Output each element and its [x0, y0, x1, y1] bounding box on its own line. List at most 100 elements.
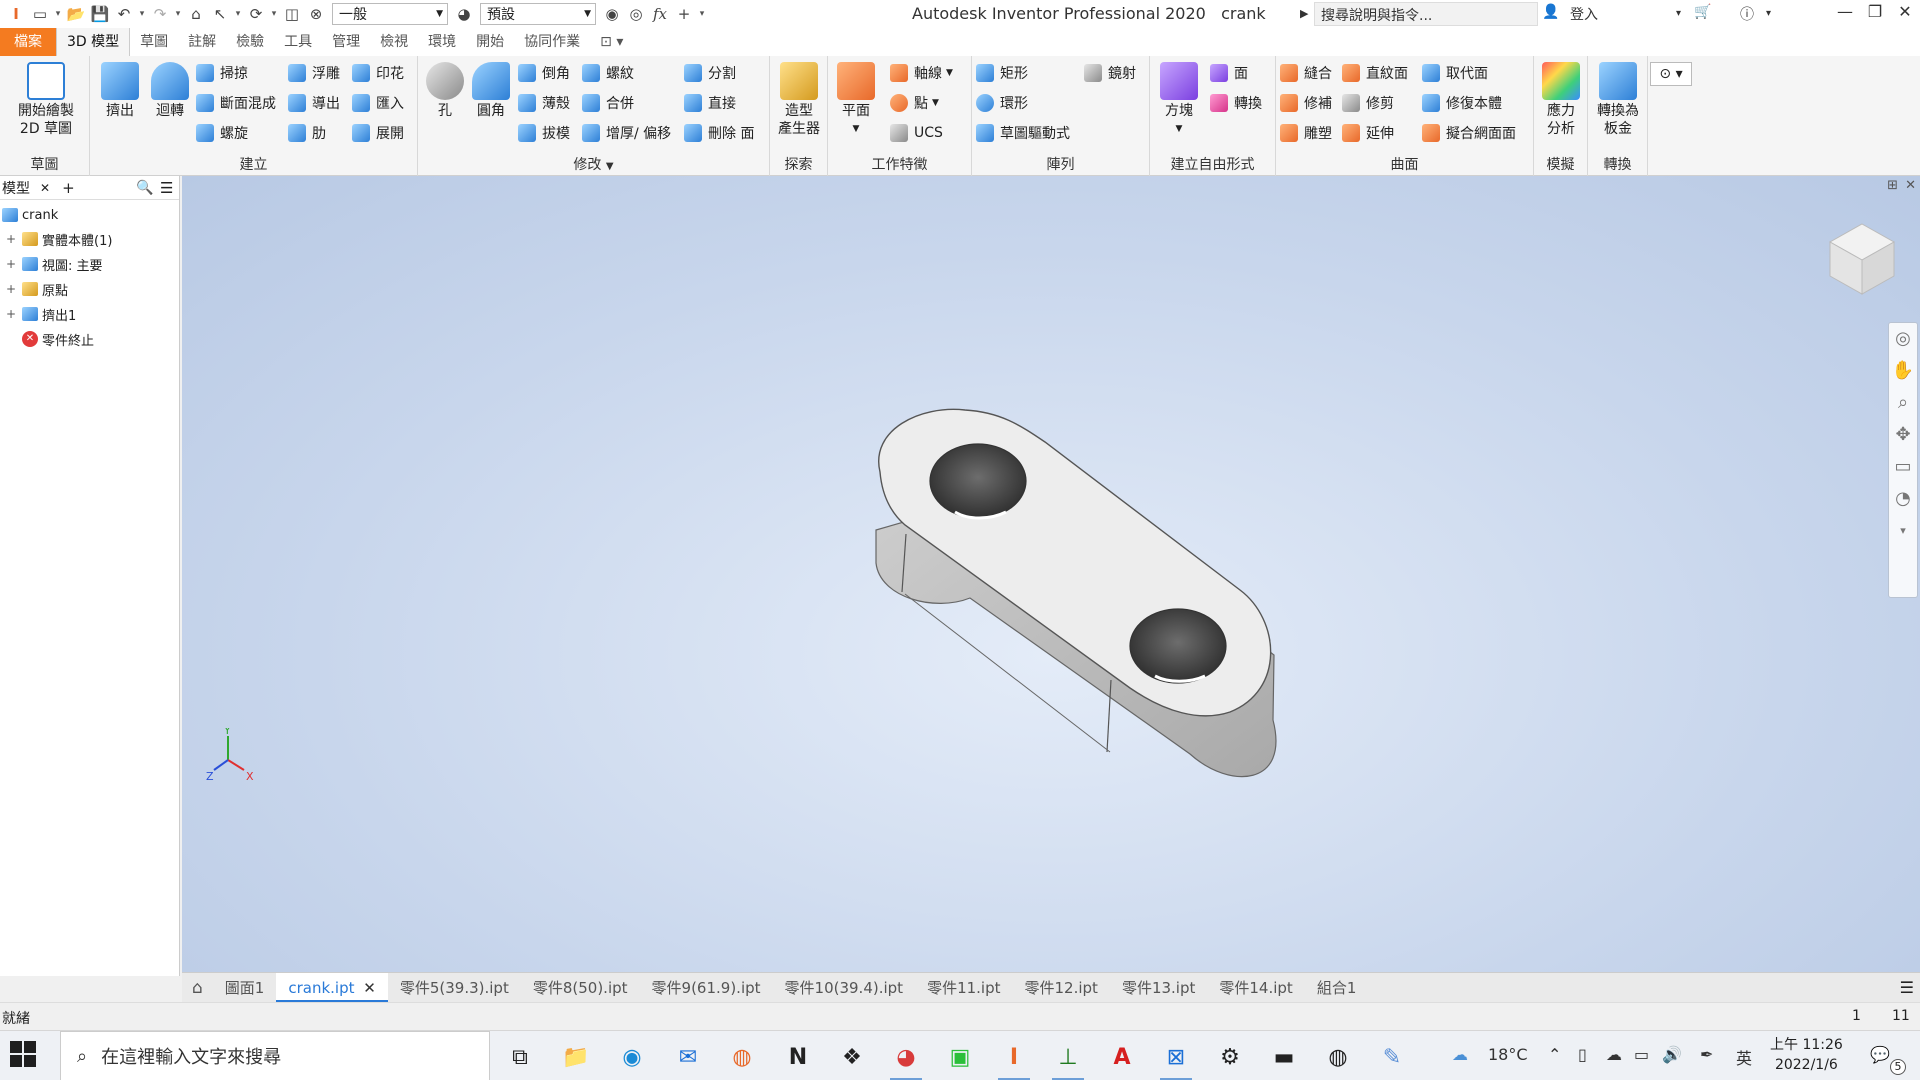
- help-search-input[interactable]: 搜尋說明與指令...: [1314, 2, 1538, 26]
- browser-tab-model[interactable]: 模型: [2, 178, 30, 198]
- emboss-button[interactable]: 浮雕: [288, 60, 340, 86]
- tree-item-origin[interactable]: + 原點: [4, 278, 68, 300]
- pan-icon[interactable]: ✋: [1889, 355, 1917, 387]
- coil-button[interactable]: 螺旋: [196, 120, 248, 146]
- tab-environments[interactable]: 環境: [418, 28, 466, 56]
- task-view-icon[interactable]: ⧉: [500, 1037, 540, 1077]
- appearance-select[interactable]: 預設 ▼: [480, 3, 596, 25]
- customize-nav-icon[interactable]: ▾: [1889, 515, 1917, 547]
- tab-manage[interactable]: 管理: [322, 28, 370, 56]
- acrobat-icon[interactable]: A: [1102, 1037, 1142, 1077]
- mirror-button[interactable]: 鏡射: [1084, 60, 1136, 86]
- extend-button[interactable]: 延伸: [1342, 120, 1394, 146]
- redo-icon[interactable]: ↷: [148, 3, 172, 25]
- doc-tab[interactable]: 組合1: [1305, 973, 1369, 1003]
- chevron-down-icon[interactable]: ▾: [232, 9, 244, 19]
- combine-button[interactable]: 合併: [582, 90, 634, 116]
- firefox-icon[interactable]: ◍: [722, 1037, 762, 1077]
- look-at-icon[interactable]: ▭: [1889, 451, 1917, 483]
- shape-generator-button[interactable]: 造型 產生器: [772, 62, 826, 138]
- chrome-icon[interactable]: ◕: [886, 1037, 926, 1080]
- view-settings-icon[interactable]: ◔: [1889, 483, 1917, 515]
- hole-button[interactable]: 孔: [422, 62, 468, 120]
- chamfer-button[interactable]: 倒角: [518, 60, 570, 86]
- signin-link[interactable]: 登入: [1570, 4, 1598, 24]
- doc-tab[interactable]: 零件11.ipt: [915, 973, 1012, 1003]
- inventor-logo-icon[interactable]: I: [4, 3, 28, 25]
- ruled-surface-button[interactable]: 直紋面: [1342, 60, 1408, 86]
- sketch-driven-pattern-button[interactable]: 草圖驅動式: [976, 120, 1070, 146]
- doc-tab[interactable]: 零件5(39.3).ipt: [388, 973, 521, 1003]
- ribbon-display-toggle[interactable]: ⊡ ▾: [590, 28, 633, 56]
- doc-tab[interactable]: 零件13.ipt: [1110, 973, 1207, 1003]
- fit-mesh-face-button[interactable]: 擬合網面面: [1422, 120, 1516, 146]
- save-icon[interactable]: 💾: [88, 3, 112, 25]
- tree-root[interactable]: crank: [2, 204, 58, 226]
- chevron-down-icon[interactable]: ▾: [1766, 8, 1771, 19]
- crank-part[interactable]: [875, 408, 1277, 778]
- rib-button[interactable]: 肋: [288, 120, 326, 146]
- freeform-box-button[interactable]: 方塊 ▼: [1156, 62, 1202, 138]
- patch-button[interactable]: 修補: [1280, 90, 1332, 116]
- close-icon[interactable]: ✕: [40, 181, 50, 195]
- onedrive-icon[interactable]: ☁: [1606, 1045, 1622, 1064]
- delete-face-button[interactable]: 刪除 面: [684, 120, 754, 146]
- orbit-icon[interactable]: ✥: [1889, 419, 1917, 451]
- cart-icon[interactable]: 🛒: [1694, 4, 1711, 20]
- chevron-down-icon[interactable]: ▾: [52, 9, 64, 19]
- tree-item-solid-bodies[interactable]: + 實體本體(1): [4, 228, 112, 250]
- measure-icon[interactable]: ◫: [280, 3, 304, 25]
- customize-qat-icon[interactable]: ▾: [696, 9, 708, 19]
- tree-item-extrude1[interactable]: + 擠出1: [4, 303, 76, 325]
- ime-indicator[interactable]: 英: [1736, 1045, 1752, 1069]
- decal-button[interactable]: 印花: [352, 60, 404, 86]
- new-file-icon[interactable]: ▭: [28, 3, 52, 25]
- freeform-face-button[interactable]: 面: [1210, 60, 1248, 86]
- help-icon[interactable]: ⓘ: [1740, 4, 1754, 24]
- doc-tabs-menu-icon[interactable]: ☰: [1900, 978, 1914, 997]
- geometry-app-icon[interactable]: ⊥: [1048, 1037, 1088, 1080]
- expand-icon[interactable]: +: [4, 282, 18, 296]
- edge-icon[interactable]: ◉: [612, 1037, 652, 1077]
- draft-button[interactable]: 拔模: [518, 120, 570, 146]
- ucs-button[interactable]: UCS: [890, 120, 943, 146]
- tab-annotate[interactable]: 註解: [178, 28, 226, 56]
- search-expand-icon[interactable]: ▶: [1300, 7, 1308, 20]
- chevron-down-icon[interactable]: ▾: [172, 9, 184, 19]
- tab-view[interactable]: 檢視: [370, 28, 418, 56]
- extrude-button[interactable]: 擠出: [96, 62, 144, 120]
- file-explorer-icon[interactable]: 📁: [556, 1037, 596, 1077]
- clock[interactable]: 上午 11:26 2022/1/6: [1770, 1035, 1843, 1075]
- update-icon[interactable]: ⟳: [244, 3, 268, 25]
- tab-sketch[interactable]: 草圖: [130, 28, 178, 56]
- doc-tab[interactable]: 零件10(39.4).ipt: [773, 973, 916, 1003]
- tab-inspect[interactable]: 檢驗: [226, 28, 274, 56]
- direct-button[interactable]: 直接: [684, 90, 736, 116]
- fillet-button[interactable]: 圓角: [468, 62, 514, 120]
- color-wheel-icon[interactable]: ◕: [452, 3, 476, 25]
- windows-start-icon[interactable]: [10, 1041, 38, 1069]
- doc-tab[interactable]: 零件9(61.9).ipt: [640, 973, 773, 1003]
- doc-tab-active[interactable]: crank.ipt ✕: [276, 972, 388, 1003]
- battery-icon[interactable]: ▭: [1634, 1045, 1649, 1064]
- add-tab-icon[interactable]: +: [62, 179, 75, 197]
- doc-tab[interactable]: 零件12.ipt: [1013, 973, 1110, 1003]
- thicken-button[interactable]: 增厚/ 偏移: [582, 120, 671, 146]
- dropbox-icon[interactable]: ❖: [832, 1037, 872, 1077]
- tab-get-started[interactable]: 開始: [466, 28, 514, 56]
- panel-modify-label[interactable]: 修改 ▼: [418, 154, 769, 174]
- zoom-icon[interactable]: ⌕: [1889, 387, 1917, 419]
- clear-appearance-icon[interactable]: ⊗: [304, 3, 328, 25]
- mail-icon[interactable]: ✉: [668, 1037, 708, 1077]
- select-icon[interactable]: ↖: [208, 3, 232, 25]
- user-icon[interactable]: 👤: [1542, 4, 1559, 20]
- shell-button[interactable]: 薄殼: [518, 90, 570, 116]
- ribbon-options-icon[interactable]: ⊙ ▾: [1650, 62, 1692, 86]
- expand-icon[interactable]: +: [4, 257, 18, 271]
- weather-icon[interactable]: ☁: [1452, 1045, 1468, 1064]
- graphics-viewport[interactable]: ⊞ ✕ ◎ ✋ ⌕ ✥ ▭ ◔ ▾ Y X Z: [182, 176, 1920, 972]
- close-icon[interactable]: ✕: [363, 979, 376, 997]
- undo-icon[interactable]: ↶: [112, 3, 136, 25]
- chevron-down-icon[interactable]: ▾: [268, 9, 280, 19]
- temperature[interactable]: 18°C: [1488, 1045, 1528, 1064]
